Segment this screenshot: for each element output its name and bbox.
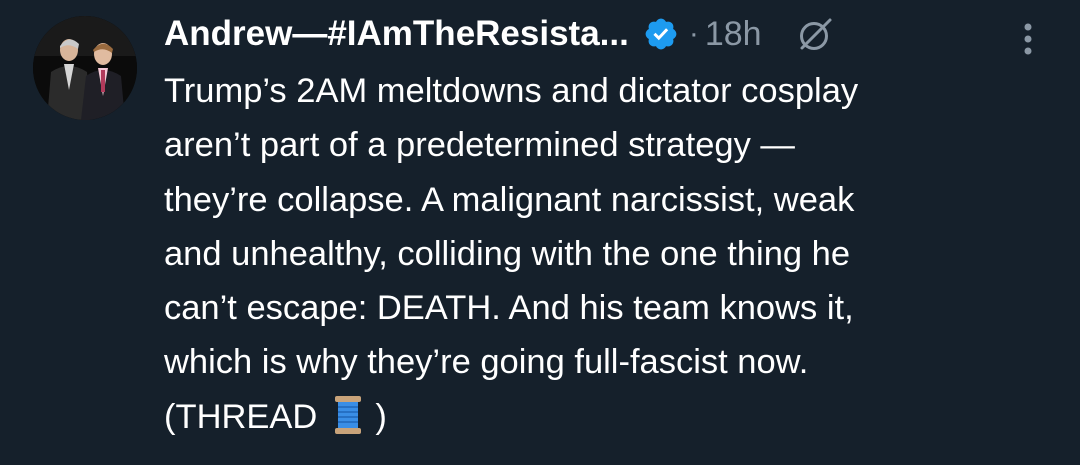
verified-badge-icon[interactable] [643, 16, 679, 52]
tweet-text-last-line: (THREAD ) [164, 390, 1054, 444]
tweet-text-line: they’re collapse. A malignant narcissist… [164, 180, 855, 219]
more-options-icon[interactable] [1022, 22, 1034, 56]
tweet-card[interactable]: Andrew—#IAmTheResista... · 18h Trump’s 2… [0, 0, 1080, 465]
separator-dot: · [688, 17, 699, 50]
spool-of-thread-emoji-icon [333, 395, 363, 435]
tweet-text-line: can’t escape: DEATH. And his team knows … [164, 289, 854, 328]
thread-label: (THREAD [164, 397, 318, 436]
tweet-text-line: and unhealthy, colliding with the one th… [164, 234, 851, 273]
grok-icon[interactable] [796, 14, 836, 54]
author-display-name[interactable]: Andrew—#IAmTheResista... [164, 14, 629, 54]
tweet-text: Trump’s 2AM meltdowns and dictator cospl… [164, 64, 1054, 444]
timestamp[interactable]: 18h [705, 15, 762, 54]
tweet-text-line: Trump’s 2AM meltdowns and dictator cospl… [164, 72, 859, 110]
tweet-header: Andrew—#IAmTheResista... · 18h [164, 8, 1040, 60]
tweet-text-line: aren’t part of a predetermined strategy … [164, 126, 795, 165]
tweet-text-line: which is why they’re going full-fascist … [164, 343, 809, 382]
avatar-photo-icon [33, 16, 137, 120]
thread-label-close: ) [375, 397, 387, 436]
avatar[interactable] [33, 16, 137, 120]
